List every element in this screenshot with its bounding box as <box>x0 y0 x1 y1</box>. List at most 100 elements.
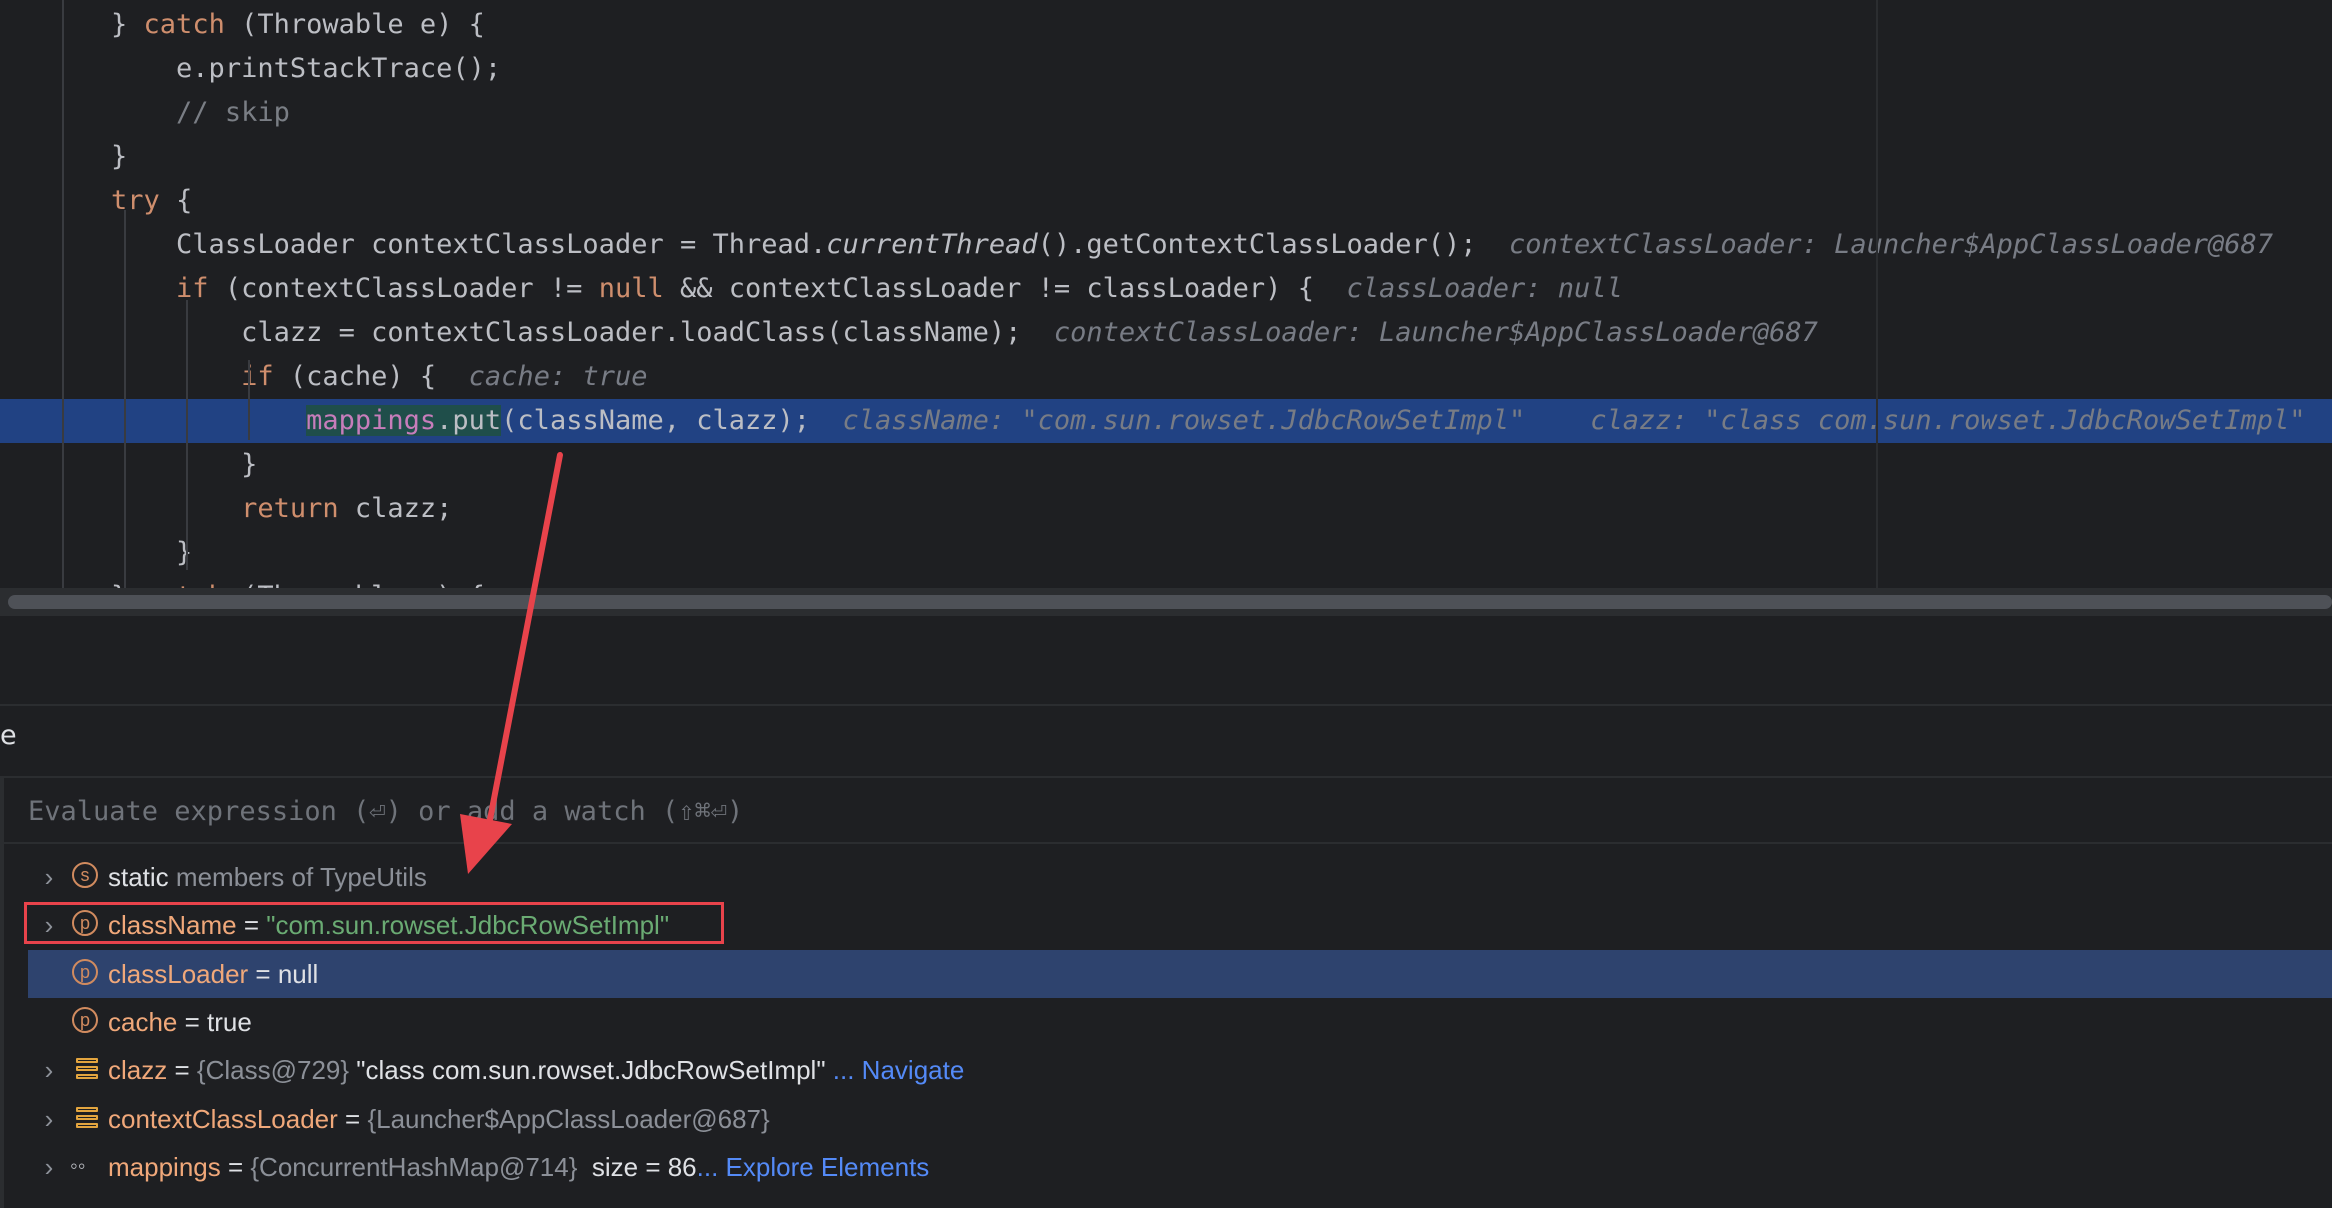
code-text: if (contextClassLoader != null && contex… <box>46 267 1623 311</box>
expand-chevron-icon[interactable]: › <box>34 1046 64 1094</box>
code-token: clazz; <box>338 493 453 524</box>
variable-row[interactable]: p classLoader = null <box>28 949 2332 998</box>
code-token: (className, clazz); <box>501 405 811 436</box>
evaluate-expression-input[interactable] <box>26 788 1230 834</box>
static-icon: s <box>72 862 98 888</box>
variable-text: mappings = {ConcurrentHashMap@714} size … <box>108 1143 929 1191</box>
variable-text: cache = true <box>108 998 252 1046</box>
panel-title-fragment: e <box>0 720 17 751</box>
horizontal-scrollbar[interactable] <box>0 588 2332 616</box>
code-line[interactable]: try { <box>0 179 2332 223</box>
code-text: // skip <box>46 91 290 135</box>
variable-text: static members of TypeUtils <box>108 853 427 901</box>
code-token: mappings <box>306 405 437 436</box>
code-text: ClassLoader contextClassLoader = Thread.… <box>46 223 2273 267</box>
variable-text: classLoader = null <box>108 950 318 998</box>
variable-text: clazz = {Class@729} "class com.sun.rowse… <box>108 1046 964 1094</box>
code-token: // skip <box>176 97 290 128</box>
variable-row[interactable]: › ◦◦ mappings = {ConcurrentHashMap@714} si… <box>4 1143 2332 1191</box>
code-token: catch <box>143 9 225 40</box>
code-token: && contextClassLoader != classLoader) { <box>663 273 1314 304</box>
code-token: } <box>176 537 193 568</box>
variable-row[interactable]: p cache = true <box>4 998 2332 1046</box>
code-token: try <box>111 185 160 216</box>
variable-token: size = 86 <box>577 1151 697 1182</box>
code-text: } catch (Throwable e) { <box>46 3 485 47</box>
variable-row[interactable]: › s static members of TypeUtils <box>4 853 2332 901</box>
code-line[interactable]: } catch (Throwable e) { <box>0 3 2332 47</box>
variable-row[interactable]: › contextClassLoader = {Launcher$AppClass… <box>4 1095 2332 1143</box>
variable-text: contextClassLoader = {Launcher$AppClassL… <box>108 1095 770 1143</box>
code-token: ClassLoader contextClassLoader = Thread. <box>176 229 827 260</box>
code-token: { <box>159 185 193 216</box>
indent-guide <box>124 210 126 588</box>
code-line-current[interactable]: mappings.put(className, clazz); classNam… <box>0 399 2332 443</box>
variable-token: members of TypeUtils <box>175 862 427 892</box>
indent-guide <box>62 0 64 588</box>
code-token: if <box>176 273 209 304</box>
code-line[interactable]: clazz = contextClassLoader.loadClass(cla… <box>0 311 2332 355</box>
variable-token: mappings <box>108 1151 221 1182</box>
variable-token: = null <box>248 958 319 989</box>
code-text: } <box>46 443 257 487</box>
code-line[interactable]: e.printStackTrace(); <box>0 47 2332 91</box>
code-text: try { <box>46 179 192 223</box>
code-token: clazz = contextClassLoader.loadClass(cla… <box>241 317 1022 348</box>
variable-action-link[interactable]: ... Navigate <box>833 1055 965 1085</box>
variable-token: = <box>337 1103 368 1134</box>
evaluate-expression-bar[interactable] <box>4 778 2332 844</box>
field-icon <box>76 1058 98 1082</box>
indent-guide <box>248 360 250 440</box>
code-line[interactable]: } <box>0 531 2332 575</box>
variable-action-link[interactable]: ... Explore Elements <box>697 1152 930 1182</box>
debug-toolbar-area <box>0 616 2332 706</box>
code-token: (Throwable e) { <box>224 9 485 40</box>
variable-token: {Class@729} <box>196 1055 350 1086</box>
code-text: return clazz; <box>46 487 452 531</box>
code-token: (cache) { <box>273 361 437 392</box>
code-token: currentThread <box>826 229 1038 260</box>
expand-chevron-icon[interactable]: › <box>34 1143 64 1191</box>
code-line[interactable]: // skip <box>0 91 2332 135</box>
code-line[interactable]: return clazz; <box>0 487 2332 531</box>
code-text: e.printStackTrace(); <box>46 47 501 91</box>
expand-chevron-icon[interactable]: › <box>34 853 64 901</box>
variable-token: classLoader <box>108 958 249 989</box>
code-text: if (cache) { cache: true <box>46 355 647 399</box>
inline-value-hint: contextClassLoader: Launcher$AppClassLoa… <box>1476 229 2274 260</box>
variable-row[interactable]: › clazz = {Class@729} "class com.sun.rows… <box>4 1046 2332 1094</box>
code-text: mappings.put(className, clazz); classNam… <box>46 399 2306 443</box>
code-token: } <box>111 9 144 40</box>
code-token: .put <box>436 405 502 436</box>
code-token: e.printStackTrace(); <box>176 53 502 84</box>
code-line[interactable]: if (contextClassLoader != null && contex… <box>0 267 2332 311</box>
code-line[interactable]: } <box>0 135 2332 179</box>
inline-value-hint: cache: true <box>436 361 648 392</box>
debug-panel-header: e <box>0 706 2332 778</box>
code-line[interactable]: } <box>0 443 2332 487</box>
code-token: } <box>111 141 128 172</box>
code-token: null <box>598 273 664 304</box>
code-line[interactable]: if (cache) { cache: true <box>0 355 2332 399</box>
code-text: clazz = contextClassLoader.loadClass(cla… <box>46 311 1818 355</box>
code-token: ().getContextClassLoader(); <box>1037 229 1477 260</box>
variable-token: = true <box>177 1006 252 1037</box>
code-line[interactable]: ClassLoader contextClassLoader = Thread.… <box>0 223 2332 267</box>
scrollbar-thumb[interactable] <box>8 595 2332 609</box>
variable-token: {Launcher$AppClassLoader@687} <box>367 1103 770 1134</box>
variable-token: = <box>167 1055 197 1086</box>
variable-token: static <box>108 862 176 892</box>
parameter-icon: p <box>72 958 98 985</box>
expand-chevron-icon[interactable]: › <box>34 1095 64 1143</box>
parameter-icon: p <box>72 1006 98 1033</box>
code-editor[interactable]: } catch (Throwable e) { e.printStackTrac… <box>0 0 2332 612</box>
